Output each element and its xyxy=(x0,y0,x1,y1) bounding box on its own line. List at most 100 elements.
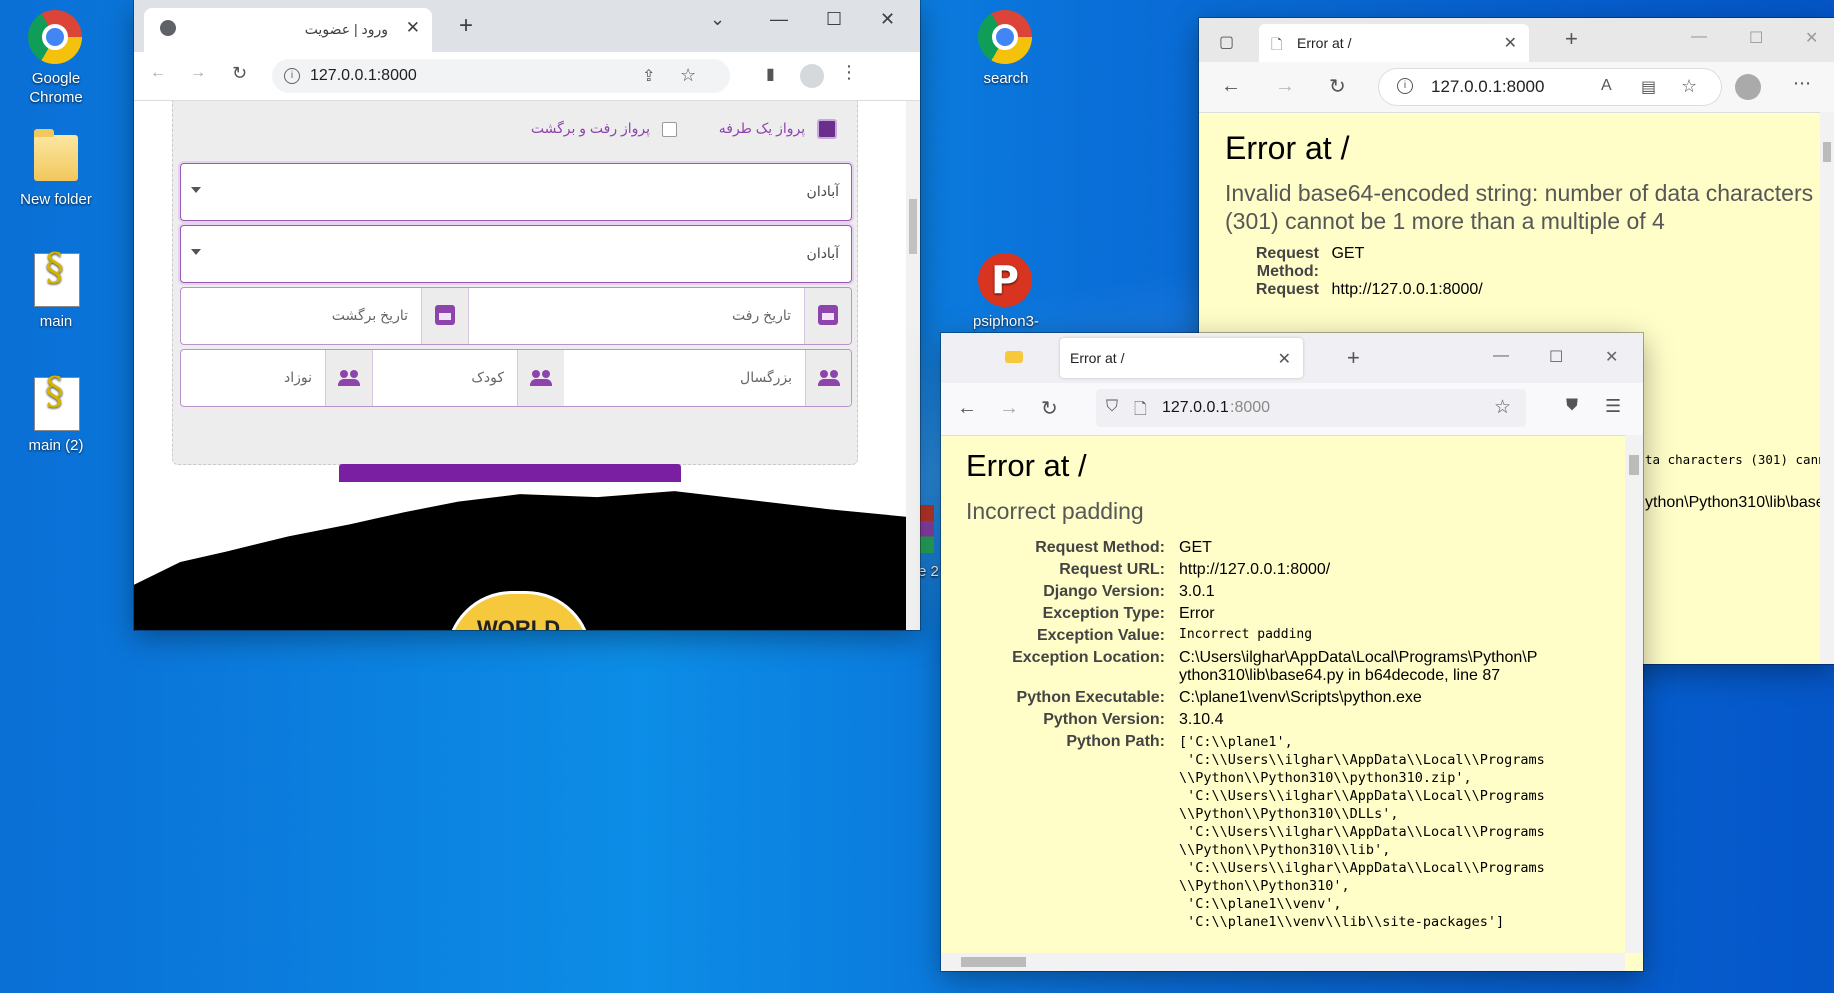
meta-key: Python Path: xyxy=(1066,733,1165,750)
scrollbar-thumb[interactable] xyxy=(909,199,917,254)
psiphon-icon: P xyxy=(978,253,1032,307)
pocket-icon[interactable]: ⛊ xyxy=(1566,397,1578,415)
table-row: Python Executable: C:\plane1\venv\Scripts… xyxy=(966,687,1549,709)
address-bar[interactable]: ⛉ 🗋 127.0.0.1 :8000 ☆ xyxy=(1096,389,1526,427)
request-meta-table: Request Method: GET Request URL: http://12… xyxy=(966,537,1549,933)
meta-key: Python Executable: xyxy=(1016,689,1165,706)
meta-value: GET xyxy=(1179,539,1212,556)
tab-login[interactable]: ورود | عضویت ✕ xyxy=(144,8,432,52)
menu-icon[interactable]: ⋯ xyxy=(1793,73,1811,94)
meta-value: http://127.0.0.1:8000/ xyxy=(1331,281,1483,298)
side-panel-icon[interactable]: ▮ xyxy=(766,64,775,84)
people-icon xyxy=(530,370,552,386)
table-row: Exception Location: C:\Users\ilghar\AppDa… xyxy=(966,647,1549,687)
maximize-button[interactable]: ☐ xyxy=(1549,347,1563,367)
forward-icon[interactable]: → xyxy=(999,397,1019,420)
share-icon[interactable]: ⇪ xyxy=(642,66,655,86)
close-tab-icon[interactable]: ✕ xyxy=(406,18,420,38)
menu-icon[interactable]: ⋮ xyxy=(840,62,858,83)
minimize-button[interactable]: — xyxy=(1691,28,1707,46)
add-favorite-icon[interactable]: ☆ xyxy=(1681,76,1697,97)
search-submit-button[interactable] xyxy=(339,464,681,482)
tab-error[interactable]: 🗋 Error at / ✕ xyxy=(1259,24,1529,62)
infant-count-field[interactable]: نوزاد xyxy=(181,350,372,406)
extension-icon[interactable] xyxy=(1005,351,1023,363)
maximize-button[interactable]: ☐ xyxy=(826,9,842,30)
depart-date-field[interactable]: تاریخ رفت xyxy=(468,288,851,344)
back-icon[interactable]: ← xyxy=(1221,75,1241,98)
one-way-checkbox[interactable] xyxy=(817,119,837,139)
page-title: Error at / xyxy=(966,448,1087,483)
destination-select[interactable]: آبادان xyxy=(180,225,852,283)
desktop-icon-label: main (2) xyxy=(28,437,84,454)
close-window-button[interactable]: ✕ xyxy=(1805,28,1818,48)
new-tab-button[interactable]: + xyxy=(459,12,473,40)
shield-icon[interactable]: ⛉ xyxy=(1106,398,1118,416)
forward-icon[interactable]: → xyxy=(190,64,206,82)
python-script-icon xyxy=(34,253,80,307)
site-info-icon[interactable]: i xyxy=(284,68,300,84)
table-row: Python Path: ['C:\\plane1', 'C:\\Users\\i… xyxy=(966,731,1549,933)
immersive-reader-icon[interactable]: ▤ xyxy=(1641,77,1656,97)
desktop-icon-label: search xyxy=(983,70,1029,87)
profile-avatar-icon[interactable] xyxy=(800,64,824,88)
minimize-button[interactable]: — xyxy=(1493,347,1509,365)
python-script-icon xyxy=(34,377,80,431)
tab-error[interactable]: Error at / ✕ xyxy=(1060,338,1303,378)
close-tab-icon[interactable]: ✕ xyxy=(1278,349,1291,369)
star-icon[interactable]: ☆ xyxy=(680,65,696,86)
maximize-button[interactable]: ☐ xyxy=(1749,28,1763,48)
url-host: 127.0.0.1 xyxy=(1162,399,1229,416)
profile-avatar-icon[interactable] xyxy=(1735,74,1761,100)
back-icon[interactable]: ← xyxy=(150,64,166,82)
desktop-icon-new-folder[interactable]: New folder xyxy=(11,129,101,209)
vertical-scrollbar[interactable] xyxy=(906,101,920,630)
scrollbar-thumb[interactable] xyxy=(961,957,1026,967)
desktop-icon-search[interactable]: search xyxy=(961,10,1051,88)
round-trip-checkbox[interactable] xyxy=(661,121,677,137)
page-icon: 🗋 xyxy=(1271,36,1283,52)
horizontal-scrollbar[interactable] xyxy=(941,953,1625,971)
adult-count-field[interactable]: بزرگسال xyxy=(563,350,851,406)
tab-strip: ▢ 🗋 Error at / ✕ + — ☐ ✕ xyxy=(1199,18,1834,62)
menu-icon[interactable]: ☰ xyxy=(1605,396,1621,417)
read-aloud-icon[interactable]: A xyxy=(1601,77,1612,95)
bookmark-star-icon[interactable]: ☆ xyxy=(1494,396,1511,419)
scrollbar-thumb[interactable] xyxy=(1629,455,1639,475)
tab-search-icon[interactable]: ⌄ xyxy=(710,9,725,30)
new-tab-button[interactable]: + xyxy=(1565,26,1578,52)
desktop-icon-chrome[interactable]: Google Chrome xyxy=(11,10,101,107)
desktop-icon-main-2[interactable]: main (2) xyxy=(11,377,101,455)
close-tab-icon[interactable]: ✕ xyxy=(1504,33,1517,53)
address-bar[interactable]: i 127.0.0.1:8000 ⇪ ☆ xyxy=(272,59,730,93)
table-row: Exception Value: Incorrect padding xyxy=(966,625,1549,647)
address-bar[interactable]: i 127.0.0.1:8000 A ▤ ☆ xyxy=(1379,69,1721,105)
chrome-window[interactable]: ورود | عضویت ✕ + ⌄ — ☐ ✕ ← → ↻ i 127.0.0… xyxy=(134,0,920,630)
site-info-icon[interactable]: i xyxy=(1397,78,1413,94)
meta-value: 3.0.1 xyxy=(1179,583,1215,600)
reload-icon[interactable]: ↻ xyxy=(232,63,247,84)
forward-icon[interactable]: → xyxy=(1275,75,1295,98)
firefox-window[interactable]: Error at / ✕ + — ☐ ✕ ← → ↻ ⛉ 🗋 127.0.0.1… xyxy=(941,333,1643,971)
vertical-scrollbar[interactable] xyxy=(1820,112,1834,664)
new-tab-button[interactable]: + xyxy=(1347,345,1360,371)
scrollbar-thumb[interactable] xyxy=(1823,142,1831,162)
origin-value: آبادان xyxy=(806,183,839,199)
vertical-scrollbar[interactable] xyxy=(1625,435,1643,953)
reload-icon[interactable]: ↻ xyxy=(1041,396,1058,421)
return-date-field[interactable]: تاریخ برگشت xyxy=(181,288,469,344)
tab-actions-icon[interactable]: ▢ xyxy=(1219,32,1234,52)
reload-icon[interactable]: ↻ xyxy=(1329,74,1346,99)
table-row: Request URL: http://127.0.0.1:8000/ xyxy=(966,559,1549,581)
child-count-field[interactable]: کودک xyxy=(372,350,564,406)
traceback-fragment: ython\Python310\lib\base xyxy=(1645,494,1825,511)
close-window-button[interactable]: ✕ xyxy=(880,9,895,30)
folder-icon xyxy=(34,129,78,181)
close-window-button[interactable]: ✕ xyxy=(1605,347,1618,367)
back-icon[interactable]: ← xyxy=(957,397,977,420)
minimize-button[interactable]: — xyxy=(770,9,788,30)
desktop-icon-main[interactable]: main xyxy=(11,253,101,331)
return-date-placeholder: تاریخ برگشت xyxy=(331,307,408,323)
exception-message: Invalid base64-encoded string: number of… xyxy=(1225,180,1814,234)
origin-select[interactable]: آبادان xyxy=(180,163,852,221)
